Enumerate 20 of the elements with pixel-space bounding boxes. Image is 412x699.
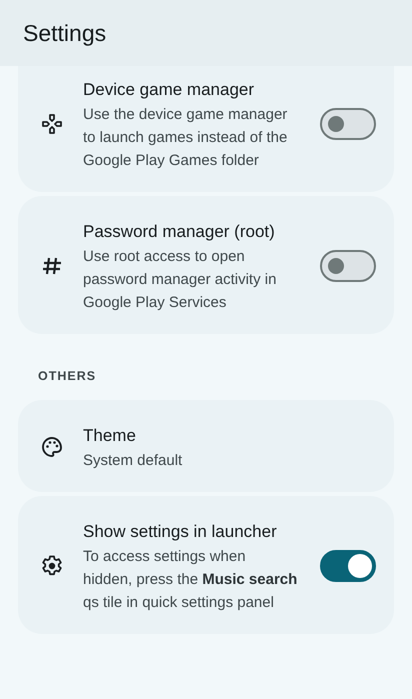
item-title: Theme (83, 425, 137, 447)
item-description: Use the device game manager to launch games instead of the Google Play Games folder (83, 105, 288, 171)
toggle-switch[interactable] (320, 550, 376, 582)
screen-title: Settings (23, 20, 106, 46)
item-description: Use root access to open password manager activity in Google Play Services (83, 247, 278, 313)
item-title: Show settings in launcher (83, 521, 278, 543)
palette-icon (40, 435, 64, 459)
toggle-switch[interactable] (320, 108, 376, 140)
settings-item[interactable]: Theme System default (18, 400, 394, 492)
item-title: Password manager (root) (83, 221, 276, 243)
gamepad-icon (40, 112, 64, 136)
settings-item[interactable]: Password manager (root) Use root access to open password manager activity in Google Play Services (18, 196, 394, 334)
item-description: To access settings when hidden, press the Music search qs tile in quick settings panel (83, 547, 298, 613)
section-header: OTHERS (37, 368, 98, 385)
item-title: Device game manager (83, 79, 256, 101)
toggle-switch[interactable] (320, 250, 376, 282)
settings-icon (40, 554, 64, 578)
settings-item[interactable]: Show settings in launcher To access settings when hidden, press the Music search qs tile in quick settings panel (18, 496, 394, 634)
item-description: System default (83, 451, 184, 471)
settings-item[interactable]: Device game manager Use the device game manager to launch games instead of the Google Play Games folder (18, 66, 394, 192)
